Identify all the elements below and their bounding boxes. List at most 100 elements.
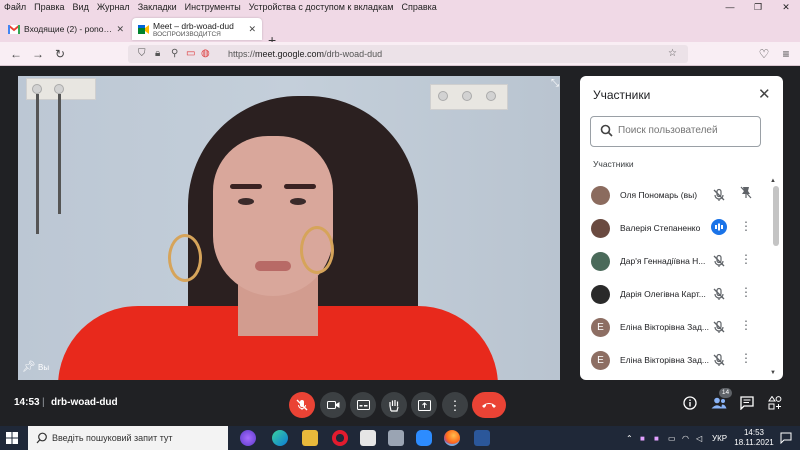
eyebrow <box>230 184 262 189</box>
scrollbar[interactable] <box>773 186 779 376</box>
show-hidden-icons[interactable]: ⌃ <box>626 434 633 443</box>
back-icon[interactable]: ← <box>8 46 24 62</box>
restore-icon[interactable]: ❐ <box>744 0 772 14</box>
more-options-button[interactable]: ⋮ <box>442 392 468 418</box>
menu-file[interactable]: Файл <box>0 2 30 12</box>
mic-off-icon[interactable] <box>712 353 726 367</box>
menu-icon[interactable]: ≡ <box>778 46 794 62</box>
more-vert-icon[interactable]: ⋮ <box>740 318 752 332</box>
mic-off-icon[interactable] <box>712 188 726 202</box>
more-vert-icon[interactable]: ⋮ <box>740 285 752 299</box>
volume-icon[interactable]: ◁ <box>696 434 702 443</box>
pin-off-icon[interactable] <box>740 186 752 202</box>
present-screen-icon <box>417 399 431 411</box>
end-call-button[interactable] <box>472 392 506 418</box>
close-tab-icon[interactable]: ✕ <box>244 24 256 35</box>
tray-app-icon[interactable]: ■ <box>640 434 645 443</box>
url-bar[interactable]: ⛉ 🔒︎ ⚲ ▭ ◍ https://meet.google.com/drb-w… <box>128 45 688 63</box>
clock-time[interactable]: 14:53 <box>736 428 772 437</box>
file-explorer-icon[interactable] <box>302 430 318 446</box>
raise-hand-button[interactable] <box>381 392 407 418</box>
more-vert-icon[interactable]: ⋮ <box>740 252 752 266</box>
participant-row[interactable]: Валерія Степаненко ⋮ <box>580 214 775 247</box>
minimize-icon[interactable]: — <box>716 0 744 14</box>
activities-button[interactable] <box>766 394 784 412</box>
menu-synced-tabs[interactable]: Устройства с доступом к вкладкам <box>245 2 398 12</box>
close-window-icon[interactable]: ✕ <box>772 0 800 14</box>
avatar <box>591 219 610 238</box>
url-text[interactable]: https://meet.google.com/drb-woad-dud <box>228 49 382 59</box>
bookmark-star-icon[interactable]: ☆ <box>668 47 677 61</box>
taskbar-search[interactable]: Введіть пошуковий запит тут <box>28 426 228 450</box>
reload-icon[interactable]: ↻ <box>52 46 68 62</box>
forward-icon[interactable]: → <box>30 46 46 62</box>
menu-bookmarks[interactable]: Закладки <box>134 2 181 12</box>
expand-icon[interactable]: ⤡ <box>551 78 559 89</box>
navigation-bar: ← → ↻ ⛉ 🔒︎ ⚲ ▭ ◍ https://meet.google.com… <box>0 42 800 66</box>
scroll-down-icon[interactable]: ▼ <box>770 370 776 376</box>
more-vert-icon[interactable]: ⋮ <box>740 351 752 365</box>
language-indicator[interactable]: УКР <box>712 434 727 443</box>
mic-off-icon[interactable] <box>712 320 726 334</box>
participant-row[interactable]: Оля Пономарь (вы) <box>580 181 775 214</box>
camera-icon[interactable]: ▭ <box>186 47 195 61</box>
permissions-icon[interactable]: ⚲ <box>171 47 178 61</box>
present-button[interactable] <box>411 392 437 418</box>
participant-row[interactable]: Дар'я Геннадіївна Н... ⋮ <box>580 247 775 280</box>
mic-off-icon[interactable] <box>712 287 726 301</box>
scroll-up-icon[interactable]: ▲ <box>770 178 776 184</box>
captions-button[interactable] <box>350 392 376 418</box>
avatar <box>591 285 610 304</box>
notifications-icon[interactable] <box>780 432 792 444</box>
store-icon[interactable] <box>360 430 376 446</box>
shield-icon[interactable]: ⛉ <box>138 47 146 61</box>
pocket-icon[interactable]: ♡ <box>756 46 772 62</box>
battery-icon[interactable]: ▭ <box>668 434 676 443</box>
menu-view[interactable]: Вид <box>69 2 93 12</box>
tab-meet[interactable]: Meet – drb-woad-dud ВОСПРОИЗВОДИТСЯ ✕ <box>132 18 262 40</box>
microphone-icon[interactable]: ◍ <box>201 47 210 61</box>
speaking-indicator-icon <box>711 219 727 235</box>
zoom-icon[interactable] <box>416 430 432 446</box>
video-tile[interactable]: ⤡ 📌︎ Вы <box>18 76 560 380</box>
captions-icon <box>356 400 370 410</box>
close-tab-icon[interactable]: ✕ <box>112 24 124 35</box>
tab-gmail[interactable]: Входящие (2) - ponomar.olka@ ✕ <box>2 18 130 40</box>
search-box[interactable] <box>590 116 761 147</box>
mic-off-icon[interactable] <box>712 254 726 268</box>
menu-help[interactable]: Справка <box>398 2 441 12</box>
meeting-details-button[interactable] <box>681 394 699 412</box>
activities-icon <box>768 396 782 410</box>
wifi-icon[interactable]: ◠ <box>682 434 689 443</box>
clock-date[interactable]: 18.11.2021 <box>730 438 778 447</box>
more-vert-icon[interactable]: ⋮ <box>740 219 752 233</box>
meeting-controls: 14:53 | drb-woad-dud ⋮ 14 <box>0 388 800 426</box>
app-icon[interactable] <box>388 430 404 446</box>
participant-row[interactable]: Дарія Олегівна Карт... ⋮ <box>580 280 775 313</box>
cortana-icon[interactable] <box>240 430 256 446</box>
close-panel-icon[interactable]: ✕ <box>758 85 771 103</box>
firefox-icon[interactable] <box>444 430 460 446</box>
participant-row[interactable]: Е Еліна Вікторівна Зад... ⋮ <box>580 313 775 346</box>
menu-history[interactable]: Журнал <box>93 2 134 12</box>
earring <box>300 226 334 274</box>
word-icon[interactable] <box>474 430 490 446</box>
chat-button[interactable] <box>738 394 756 412</box>
tab-title: Meet – drb-woad-dud <box>153 20 234 31</box>
edge-icon[interactable] <box>272 430 288 446</box>
pin-icon[interactable]: 📌︎ <box>22 360 36 373</box>
microphone-toggle-button[interactable] <box>289 392 315 418</box>
menu-edit[interactable]: Правка <box>30 2 68 12</box>
search-input[interactable] <box>618 125 758 136</box>
opera-icon[interactable] <box>332 430 348 446</box>
lock-icon[interactable]: 🔒︎ <box>155 47 160 61</box>
plug <box>54 84 64 94</box>
camera-toggle-button[interactable] <box>320 392 346 418</box>
scrollbar-thumb[interactable] <box>773 186 779 246</box>
participant-row[interactable]: Е Еліна Вікторівна Зад... ⋮ <box>580 346 775 379</box>
windows-start-icon[interactable] <box>6 432 18 444</box>
tray-app-icon[interactable]: ■ <box>654 434 659 443</box>
wire <box>58 94 61 214</box>
menu-tools[interactable]: Инструменты <box>181 2 245 12</box>
meet-icon <box>138 24 149 34</box>
